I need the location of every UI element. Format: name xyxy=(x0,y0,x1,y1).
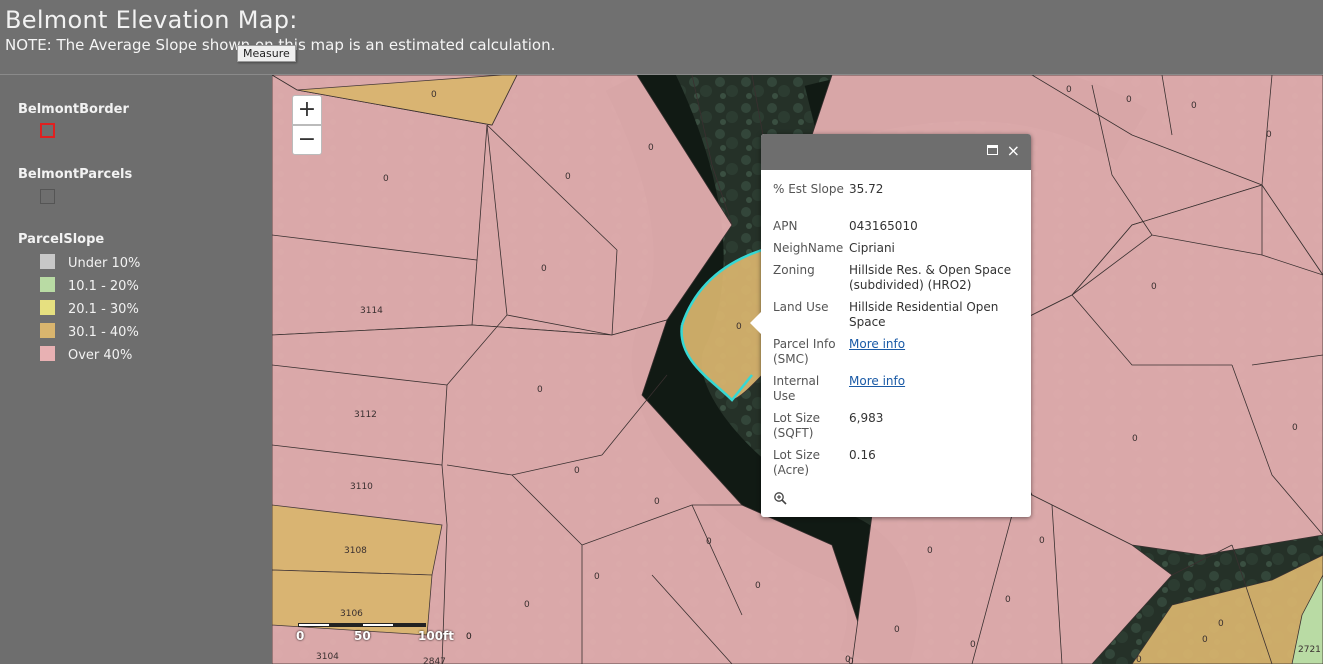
parcel-info-link[interactable]: More info xyxy=(849,337,1024,352)
attr-key: Lot Size (Acre) xyxy=(773,448,820,477)
parcel-label: 3110 xyxy=(350,482,373,492)
slope-label-over-40: Over 40% xyxy=(68,348,133,363)
popup-header: × xyxy=(761,134,1031,170)
slope-label-30-40: 30.1 - 40% xyxy=(68,325,139,340)
attr-value: 6,983 xyxy=(849,411,884,425)
page-title: Belmont Elevation Map: xyxy=(5,6,298,34)
parcel-label: 0 xyxy=(1132,434,1138,444)
parcel-label: 0 xyxy=(537,385,543,395)
slope-swatch-under-10 xyxy=(40,254,55,269)
parcel-label: 0 xyxy=(1292,423,1298,433)
attr-key: Lot Size (SQFT) xyxy=(773,411,820,440)
scale-segment xyxy=(298,623,330,627)
parcel-label: 3106 xyxy=(340,609,363,619)
attr-key: Internal Use xyxy=(773,374,820,403)
parcel-label: 0 xyxy=(541,264,547,274)
parcel-label: 0 xyxy=(383,174,389,184)
slope-label-20-30: 20.1 - 30% xyxy=(68,302,139,317)
parcel-label: 0 xyxy=(594,572,600,582)
attr-value: Cipriani xyxy=(849,241,895,255)
scale-label: 100ft xyxy=(418,629,455,643)
parcel-label: 0 xyxy=(466,632,472,642)
attr-key: Zoning xyxy=(773,263,815,277)
parcel-label: 3104 xyxy=(316,652,339,662)
info-popup: × % Est Slope 35.72 APN 043165010 NeighN… xyxy=(750,134,1031,517)
parcel-label: 0 xyxy=(1126,95,1132,105)
attr-key: Parcel Info (SMC) xyxy=(773,337,836,366)
attr-key: APN xyxy=(773,219,798,233)
zoom-to-icon[interactable] xyxy=(773,491,787,505)
parcel-label: 0 xyxy=(1066,85,1072,95)
attr-value: Hillside Res. & Open Space (subdivided) … xyxy=(849,263,1012,292)
close-icon[interactable]: × xyxy=(1007,141,1020,160)
legend-title-border: BelmontBorder xyxy=(18,102,129,117)
maximize-icon[interactable] xyxy=(987,145,998,155)
parcel-label: 0 xyxy=(565,172,571,182)
border-swatch xyxy=(40,123,55,138)
slope-swatch-over-40 xyxy=(40,346,55,361)
parcel-label: 0 xyxy=(927,546,933,556)
scale-bar: 0 50 100ft xyxy=(296,623,454,643)
parcel-label: 0 xyxy=(574,466,580,476)
zoom-in-button[interactable]: + xyxy=(292,95,322,125)
parcel-label: 0 xyxy=(648,143,654,153)
parcel-label: 0 xyxy=(1151,282,1157,292)
slope-swatch-30-40 xyxy=(40,323,55,338)
attr-key: NeighName xyxy=(773,241,844,255)
parcel-label: 0 xyxy=(848,657,854,664)
parcel-label: 0 xyxy=(894,625,900,635)
parcel-label: 3112 xyxy=(354,410,377,420)
attr-key: % Est Slope xyxy=(773,182,844,196)
parcel-label: 3108 xyxy=(344,546,367,556)
zoom-out-button[interactable]: − xyxy=(292,125,322,155)
parcel-label: 0 xyxy=(1191,101,1197,111)
parcel-label: 0 xyxy=(1218,619,1224,629)
parcel-label: 0 xyxy=(970,640,976,650)
parcel-label: 0 xyxy=(431,90,437,100)
parcel-label: 0 xyxy=(755,581,761,591)
header: Belmont Elevation Map: NOTE: The Average… xyxy=(0,0,1323,75)
parcel-label: 0 xyxy=(524,600,530,610)
popup-pointer xyxy=(750,312,761,334)
attr-value: Hillside Residential Open Space xyxy=(849,300,999,329)
legend-panel: BelmontBorder BelmontParcels ParcelSlope… xyxy=(0,75,272,664)
parcels-swatch xyxy=(40,189,55,204)
parcel-label: 3114 xyxy=(360,306,383,316)
slope-label-under-10: Under 10% xyxy=(68,256,141,271)
scale-label: 0 xyxy=(296,629,305,643)
parcel-label: 0 xyxy=(1039,536,1045,546)
legend-title-slope: ParcelSlope xyxy=(18,232,105,247)
parcel-label: 2721 xyxy=(1298,645,1321,655)
slope-label-10-20: 10.1 - 20% xyxy=(68,279,139,294)
attr-value: 35.72 xyxy=(849,182,884,196)
parcel-label: 0 xyxy=(706,537,712,547)
measure-tooltip: Measure xyxy=(237,45,296,62)
scale-segment xyxy=(330,623,362,627)
scale-segment xyxy=(394,623,426,627)
slope-swatch-20-30 xyxy=(40,300,55,315)
internal-use-link[interactable]: More info xyxy=(849,374,1024,389)
parcel-label: 0 xyxy=(1005,595,1011,605)
legend-title-parcels: BelmontParcels xyxy=(18,167,133,182)
parcel-label: 0 xyxy=(736,322,742,332)
slope-swatch-10-20 xyxy=(40,277,55,292)
attr-key: Land Use xyxy=(773,300,829,314)
attr-value: 0.16 xyxy=(849,448,876,462)
parcel-label: 0 xyxy=(1136,655,1142,664)
attr-value: 043165010 xyxy=(849,219,918,233)
scale-label: 50 xyxy=(354,629,371,643)
scale-segment xyxy=(362,623,394,627)
parcel-label: 0 xyxy=(1202,635,1208,645)
parcel-label: 0 xyxy=(1266,130,1272,140)
parcel-label: 2847 xyxy=(423,657,446,664)
parcel-label: 0 xyxy=(654,497,660,507)
